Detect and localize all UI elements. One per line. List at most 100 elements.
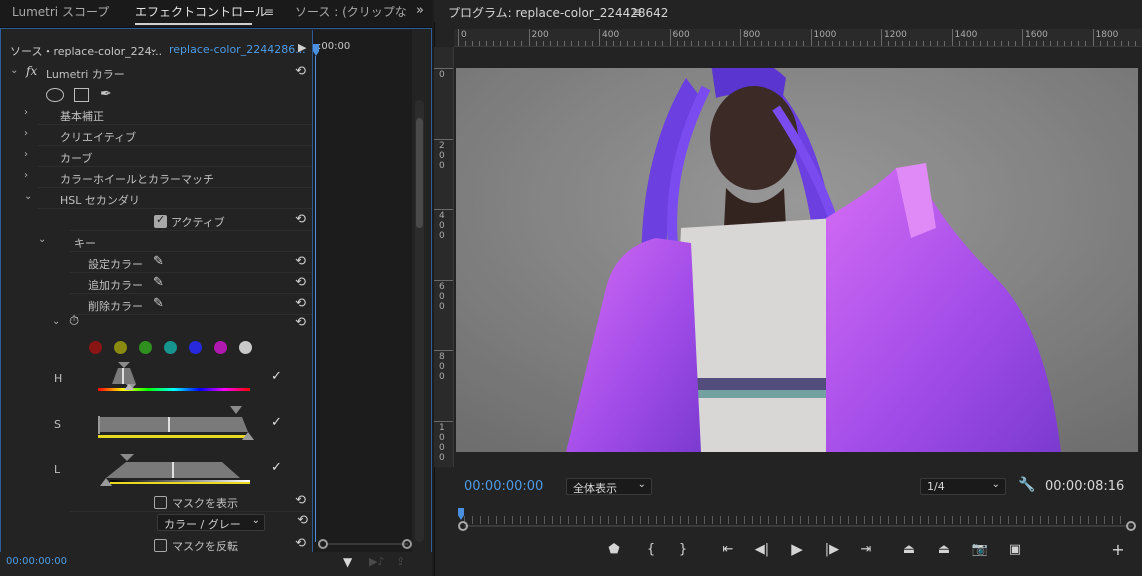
section-hsl-secondary[interactable]: ⌄ HSL セカンダリ: [2, 189, 312, 209]
chevron-right-icon[interactable]: ›: [24, 128, 28, 139]
playhead-line: [315, 56, 316, 542]
color-preset-dot[interactable]: [239, 341, 252, 354]
pen-mask-icon[interactable]: ✒: [100, 86, 112, 102]
chevron-down-icon[interactable]: ⌄: [52, 316, 60, 327]
zoom-handle-left[interactable]: [458, 521, 468, 531]
section-color-wheels[interactable]: › カラーホイールとカラーマッチ: [2, 168, 312, 188]
ruler-minor-tick: [1085, 41, 1087, 46]
eyedropper-plus-icon[interactable]: ✎: [153, 275, 164, 290]
zoom-handle-right[interactable]: [402, 539, 412, 549]
step-back-icon[interactable]: ◀|: [752, 542, 772, 557]
active-checkbox[interactable]: [154, 213, 167, 228]
chevron-down-icon[interactable]: ⌄: [149, 42, 158, 55]
color-preset-dot[interactable]: [114, 341, 127, 354]
source-clip-label[interactable]: ソース・replace-color_224...: [10, 43, 162, 59]
reset-icon[interactable]: ⟲: [297, 513, 308, 528]
program-scrub-bar[interactable]: [458, 506, 1138, 536]
ruler-minor-tick: [810, 41, 812, 46]
ruler-minor-tick: [662, 41, 664, 46]
wrench-icon[interactable]: 🔧: [1018, 477, 1035, 493]
ruler-minor-tick: [986, 41, 988, 46]
color-preset-dot[interactable]: [139, 341, 152, 354]
comparison-view-icon[interactable]: ▣: [1005, 542, 1025, 557]
zoom-handle-right[interactable]: [1126, 521, 1136, 531]
filter-funnel-icon[interactable]: ▼: [343, 555, 352, 569]
play-icon[interactable]: ▶: [787, 540, 807, 558]
lift-icon[interactable]: ⏏: [899, 542, 919, 557]
reset-icon[interactable]: ⟲: [295, 212, 306, 227]
export-icon: ⇪: [396, 555, 406, 568]
stopwatch-icon[interactable]: ⏱: [69, 314, 79, 329]
panel-menu-icon[interactable]: ≡: [264, 5, 274, 19]
eyedropper-icon[interactable]: ✎: [153, 254, 164, 269]
lumetri-color-row[interactable]: ⌄ fx Lumetri カラー ⟲: [2, 63, 312, 83]
divider: [38, 187, 312, 188]
sequence-clip-label[interactable]: replace-color_2244286...: [169, 43, 306, 56]
mark-out-icon[interactable]: }: [673, 542, 693, 557]
playback-resolution-select[interactable]: 1/4 ⌄: [920, 478, 1006, 495]
saturation-enable-checkmark[interactable]: ✓: [271, 415, 282, 430]
reset-icon[interactable]: ⟲: [295, 296, 306, 311]
effect-timeline[interactable]: [312, 30, 412, 558]
tab-lumetri-scopes[interactable]: Lumetri スコープ: [12, 0, 109, 27]
invert-mask-checkbox[interactable]: [154, 538, 167, 552]
go-to-out-icon[interactable]: ⇥: [856, 542, 876, 557]
ruler-minor-tick: [570, 41, 572, 46]
add-button-icon[interactable]: +: [1108, 540, 1128, 559]
go-to-in-icon[interactable]: ⇤: [718, 542, 738, 557]
hue-slider[interactable]: [96, 362, 252, 394]
reset-icon[interactable]: ⟲: [295, 536, 306, 551]
hue-enable-checkmark[interactable]: ✓: [271, 369, 282, 384]
reset-icon[interactable]: ⟲: [295, 315, 306, 330]
chevron-right-icon[interactable]: ›: [24, 170, 28, 181]
chevron-down-icon[interactable]: ⌄: [10, 65, 18, 76]
export-frame-icon[interactable]: 📷: [970, 542, 990, 557]
program-video-frame[interactable]: [456, 68, 1138, 452]
chevron-down-icon[interactable]: ⌄: [24, 191, 32, 202]
reset-icon[interactable]: ⟲: [295, 64, 306, 79]
color-preset-dot[interactable]: [214, 341, 227, 354]
color-preset-dot[interactable]: [89, 341, 102, 354]
program-menu-icon[interactable]: ≡: [632, 5, 642, 19]
color-preset-dot[interactable]: [189, 341, 202, 354]
effect-controls-timecode[interactable]: 00:00:00:00: [6, 556, 67, 567]
reset-icon[interactable]: ⟲: [295, 275, 306, 290]
chevron-right-icon[interactable]: ›: [24, 107, 28, 118]
zoom-handle-left[interactable]: [318, 539, 328, 549]
ruler-minor-tick: [1092, 41, 1094, 46]
luminance-enable-checkmark[interactable]: ✓: [271, 460, 282, 475]
ruler-minor-tick: [909, 41, 911, 46]
reset-icon[interactable]: ⟲: [295, 493, 306, 508]
section-creative[interactable]: › クリエイティブ: [2, 126, 312, 146]
key-row[interactable]: ⌄ キー: [2, 232, 312, 252]
divider: [38, 145, 312, 146]
rectangle-mask-icon[interactable]: [74, 88, 89, 102]
section-basic-correction[interactable]: › 基本補正: [2, 105, 312, 125]
panel-overflow-icon[interactable]: »: [416, 3, 424, 18]
current-timecode[interactable]: 00:00:00:00: [464, 479, 543, 494]
chevron-down-icon[interactable]: ⌄: [38, 234, 46, 245]
eyedropper-minus-icon[interactable]: ✎: [153, 296, 164, 311]
chevron-right-icon[interactable]: ›: [24, 149, 28, 160]
tab-source[interactable]: ソース : (クリップな: [295, 0, 407, 27]
show-mask-checkbox[interactable]: [154, 495, 167, 509]
ruler-minor-tick: [1106, 41, 1108, 46]
zoom-level-select[interactable]: 全体表示 ⌄: [566, 478, 652, 495]
extract-icon[interactable]: ⏏: [934, 542, 954, 557]
luminance-slider[interactable]: [96, 452, 256, 488]
vertical-scroll-thumb[interactable]: [416, 118, 423, 228]
ruler-minor-tick: [1071, 41, 1073, 46]
add-marker-icon[interactable]: ⬟: [604, 542, 624, 557]
ellipse-mask-icon[interactable]: [46, 88, 64, 102]
timeline-zoom-scrollbar[interactable]: [318, 539, 412, 549]
section-curves[interactable]: › カーブ: [2, 147, 312, 167]
mark-in-icon[interactable]: {: [641, 542, 661, 557]
section-label: HSL セカンダリ: [60, 194, 140, 207]
mask-mode-select[interactable]: カラー / グレー ⌄: [157, 514, 265, 531]
fx-icon[interactable]: fx: [26, 64, 37, 78]
reset-icon[interactable]: ⟲: [295, 254, 306, 269]
color-preset-dot[interactable]: [164, 341, 177, 354]
play-triangle-icon[interactable]: ▶: [298, 41, 306, 54]
saturation-slider[interactable]: [96, 406, 256, 442]
step-forward-icon[interactable]: |▶: [822, 542, 842, 557]
